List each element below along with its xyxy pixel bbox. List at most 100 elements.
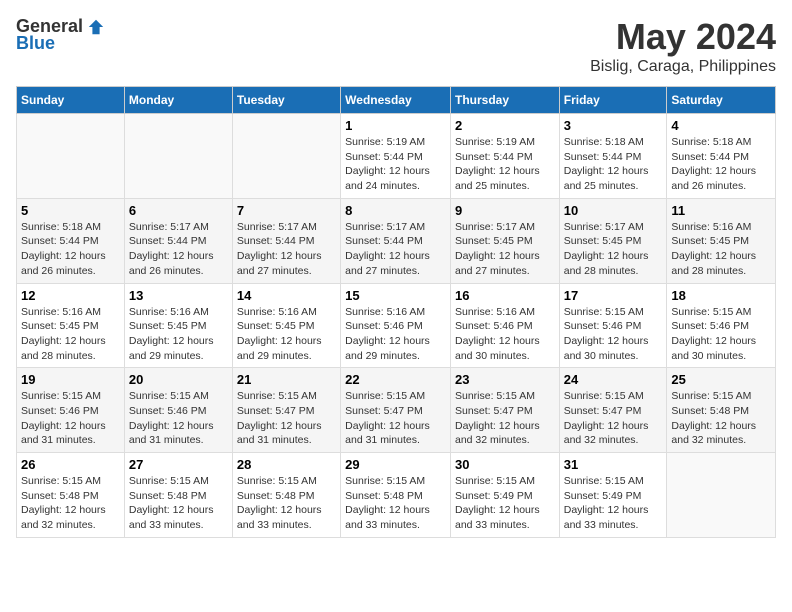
table-row: 18Sunrise: 5:15 AMSunset: 5:46 PMDayligh…: [667, 283, 776, 368]
table-row: 27Sunrise: 5:15 AMSunset: 5:48 PMDayligh…: [124, 453, 232, 538]
calendar-week-row: 1 Sunrise: 5:19 AMSunset: 5:44 PMDaylight…: [17, 114, 776, 199]
table-row: 6 Sunrise: 5:17 AMSunset: 5:44 PMDaylight…: [124, 198, 232, 283]
table-row: 7 Sunrise: 5:17 AMSunset: 5:44 PMDaylight…: [232, 198, 340, 283]
day-detail: Sunrise: 5:16 AMSunset: 5:45 PMDaylight:…: [237, 305, 336, 364]
day-detail: Sunrise: 5:19 AMSunset: 5:44 PMDaylight:…: [345, 135, 446, 194]
day-number: 1: [345, 118, 446, 133]
day-detail: Sunrise: 5:17 AMSunset: 5:44 PMDaylight:…: [129, 220, 228, 279]
day-number: 4: [671, 118, 771, 133]
table-row: 5 Sunrise: 5:18 AMSunset: 5:44 PMDaylight…: [17, 198, 125, 283]
day-detail: Sunrise: 5:15 AMSunset: 5:49 PMDaylight:…: [455, 474, 555, 533]
table-row: 19 Sunrise: 5:15 AMSunset: 5:46 PMDayligh…: [17, 368, 125, 453]
day-number: 9: [455, 203, 555, 218]
day-number: 13: [129, 288, 228, 303]
col-sunday: Sunday: [17, 87, 125, 114]
table-row: 4 Sunrise: 5:18 AMSunset: 5:44 PMDaylight…: [667, 114, 776, 199]
day-detail: Sunrise: 5:15 AMSunset: 5:49 PMDaylight:…: [564, 474, 663, 533]
table-row: 20Sunrise: 5:15 AMSunset: 5:46 PMDayligh…: [124, 368, 232, 453]
day-detail: Sunrise: 5:16 AMSunset: 5:46 PMDaylight:…: [455, 305, 555, 364]
col-monday: Monday: [124, 87, 232, 114]
day-detail: Sunrise: 5:15 AMSunset: 5:46 PMDaylight:…: [21, 389, 120, 448]
day-detail: Sunrise: 5:15 AMSunset: 5:48 PMDaylight:…: [237, 474, 336, 533]
table-row: 29 Sunrise: 5:15 AMSunset: 5:48 PMDayligh…: [341, 453, 451, 538]
day-number: 7: [237, 203, 336, 218]
col-friday: Friday: [559, 87, 667, 114]
day-detail: Sunrise: 5:17 AMSunset: 5:44 PMDaylight:…: [345, 220, 446, 279]
logo: General Blue: [16, 16, 105, 54]
day-detail: Sunrise: 5:18 AMSunset: 5:44 PMDaylight:…: [564, 135, 663, 194]
table-row: 25 Sunrise: 5:15 AMSunset: 5:48 PMDayligh…: [667, 368, 776, 453]
day-detail: Sunrise: 5:15 AMSunset: 5:46 PMDaylight:…: [129, 389, 228, 448]
table-row: [17, 114, 125, 199]
day-number: 6: [129, 203, 228, 218]
day-number: 16: [455, 288, 555, 303]
day-detail: Sunrise: 5:17 AMSunset: 5:45 PMDaylight:…: [455, 220, 555, 279]
calendar-week-row: 5 Sunrise: 5:18 AMSunset: 5:44 PMDaylight…: [17, 198, 776, 283]
table-row: 12 Sunrise: 5:16 AMSunset: 5:45 PMDayligh…: [17, 283, 125, 368]
table-row: 23 Sunrise: 5:15 AMSunset: 5:47 PMDayligh…: [450, 368, 559, 453]
day-detail: Sunrise: 5:15 AMSunset: 5:47 PMDaylight:…: [345, 389, 446, 448]
day-detail: Sunrise: 5:15 AMSunset: 5:47 PMDaylight:…: [455, 389, 555, 448]
day-number: 31: [564, 457, 663, 472]
table-row: 26Sunrise: 5:15 AMSunset: 5:48 PMDayligh…: [17, 453, 125, 538]
calendar-week-row: 19 Sunrise: 5:15 AMSunset: 5:46 PMDayligh…: [17, 368, 776, 453]
day-detail: Sunrise: 5:15 AMSunset: 5:46 PMDaylight:…: [564, 305, 663, 364]
page-title: May 2024: [590, 16, 776, 58]
day-detail: Sunrise: 5:15 AMSunset: 5:46 PMDaylight:…: [671, 305, 771, 364]
day-number: 15: [345, 288, 446, 303]
col-tuesday: Tuesday: [232, 87, 340, 114]
day-number: 3: [564, 118, 663, 133]
col-thursday: Thursday: [450, 87, 559, 114]
day-number: 23: [455, 372, 555, 387]
day-detail: Sunrise: 5:15 AMSunset: 5:48 PMDaylight:…: [345, 474, 446, 533]
table-row: 21 Sunrise: 5:15 AMSunset: 5:47 PMDayligh…: [232, 368, 340, 453]
day-number: 30: [455, 457, 555, 472]
table-row: 22 Sunrise: 5:15 AMSunset: 5:47 PMDayligh…: [341, 368, 451, 453]
col-wednesday: Wednesday: [341, 87, 451, 114]
table-row: [232, 114, 340, 199]
day-detail: Sunrise: 5:19 AMSunset: 5:44 PMDaylight:…: [455, 135, 555, 194]
table-row: 2 Sunrise: 5:19 AMSunset: 5:44 PMDaylight…: [450, 114, 559, 199]
day-number: 28: [237, 457, 336, 472]
title-block: May 2024 Bislig, Caraga, Philippines: [590, 16, 776, 76]
table-row: 14Sunrise: 5:16 AMSunset: 5:45 PMDayligh…: [232, 283, 340, 368]
table-row: 8 Sunrise: 5:17 AMSunset: 5:44 PMDaylight…: [341, 198, 451, 283]
day-number: 2: [455, 118, 555, 133]
day-detail: Sunrise: 5:18 AMSunset: 5:44 PMDaylight:…: [21, 220, 120, 279]
table-row: 11Sunrise: 5:16 AMSunset: 5:45 PMDayligh…: [667, 198, 776, 283]
table-row: [124, 114, 232, 199]
day-number: 19: [21, 372, 120, 387]
day-detail: Sunrise: 5:17 AMSunset: 5:45 PMDaylight:…: [564, 220, 663, 279]
day-number: 22: [345, 372, 446, 387]
day-detail: Sunrise: 5:18 AMSunset: 5:44 PMDaylight:…: [671, 135, 771, 194]
day-detail: Sunrise: 5:16 AMSunset: 5:45 PMDaylight:…: [21, 305, 120, 364]
day-detail: Sunrise: 5:17 AMSunset: 5:44 PMDaylight:…: [237, 220, 336, 279]
day-number: 5: [21, 203, 120, 218]
day-number: 21: [237, 372, 336, 387]
day-number: 12: [21, 288, 120, 303]
table-row: 13 Sunrise: 5:16 AMSunset: 5:45 PMDayligh…: [124, 283, 232, 368]
day-number: 29: [345, 457, 446, 472]
table-row: [667, 453, 776, 538]
day-detail: Sunrise: 5:16 AMSunset: 5:45 PMDaylight:…: [129, 305, 228, 364]
day-detail: Sunrise: 5:16 AMSunset: 5:46 PMDaylight:…: [345, 305, 446, 364]
table-row: 10 Sunrise: 5:17 AMSunset: 5:45 PMDayligh…: [559, 198, 667, 283]
logo-icon: [87, 18, 105, 36]
day-number: 17: [564, 288, 663, 303]
logo-blue-text: Blue: [16, 33, 55, 54]
day-detail: Sunrise: 5:15 AMSunset: 5:48 PMDaylight:…: [21, 474, 120, 533]
day-detail: Sunrise: 5:15 AMSunset: 5:48 PMDaylight:…: [129, 474, 228, 533]
day-number: 10: [564, 203, 663, 218]
day-detail: Sunrise: 5:15 AMSunset: 5:47 PMDaylight:…: [237, 389, 336, 448]
calendar-header-row: Sunday Monday Tuesday Wednesday Thursday…: [17, 87, 776, 114]
table-row: 24Sunrise: 5:15 AMSunset: 5:47 PMDayligh…: [559, 368, 667, 453]
table-row: 16 Sunrise: 5:16 AMSunset: 5:46 PMDayligh…: [450, 283, 559, 368]
calendar-table: Sunday Monday Tuesday Wednesday Thursday…: [16, 86, 776, 538]
day-detail: Sunrise: 5:16 AMSunset: 5:45 PMDaylight:…: [671, 220, 771, 279]
page-subtitle: Bislig, Caraga, Philippines: [590, 58, 776, 76]
table-row: 3 Sunrise: 5:18 AMSunset: 5:44 PMDaylight…: [559, 114, 667, 199]
day-detail: Sunrise: 5:15 AMSunset: 5:48 PMDaylight:…: [671, 389, 771, 448]
day-number: 8: [345, 203, 446, 218]
table-row: 28 Sunrise: 5:15 AMSunset: 5:48 PMDayligh…: [232, 453, 340, 538]
day-number: 25: [671, 372, 771, 387]
